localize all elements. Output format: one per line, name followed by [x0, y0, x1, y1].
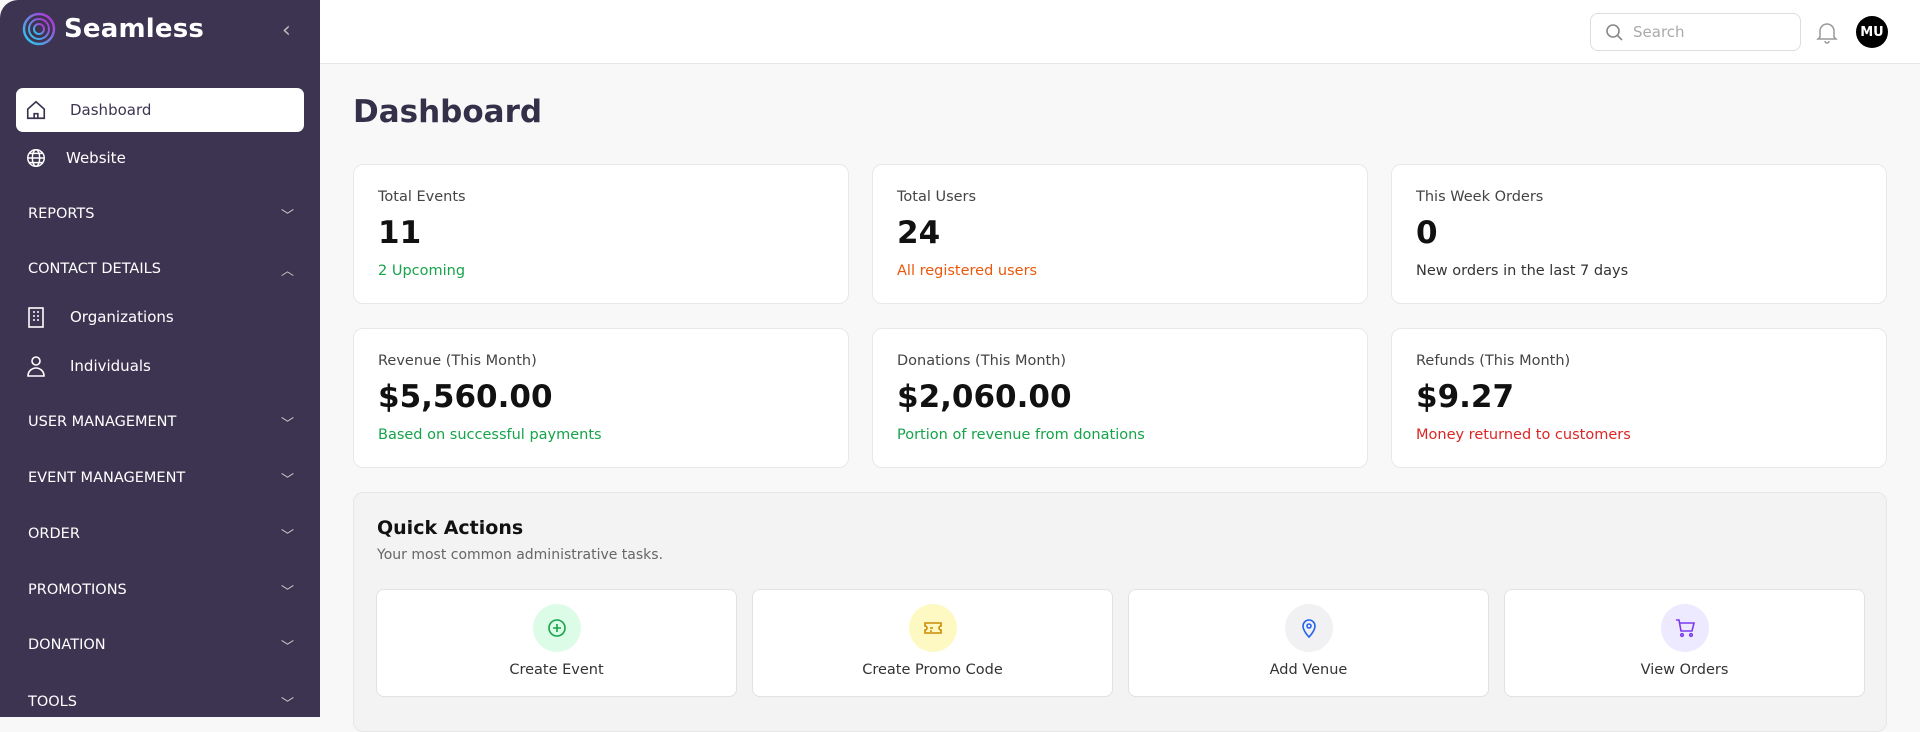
- search-icon: [1606, 24, 1623, 41]
- stat-label: Refunds (This Month): [1416, 353, 1571, 369]
- stat-subtext: Based on successful payments: [378, 427, 602, 443]
- section-label: TOOLS: [28, 694, 77, 710]
- brand-name: Seamless: [64, 14, 205, 44]
- quick-actions-subtitle: Your most common administrative tasks.: [377, 547, 664, 563]
- stat-value: 0: [1416, 215, 1438, 251]
- stat-card: Refunds (This Month) $9.27 Money returned …: [1391, 328, 1887, 468]
- sidebar-section-user-management[interactable]: USER MANAGEMENT ﹀: [28, 407, 294, 437]
- action-label: Create Event: [509, 662, 604, 678]
- plus-circle-icon: [533, 604, 581, 652]
- stat-card: Total Events 11 2 Upcoming: [353, 164, 849, 304]
- stat-subtext: Portion of revenue from donations: [897, 427, 1145, 443]
- sidebar-section-reports[interactable]: REPORTS ﹀: [28, 199, 294, 229]
- chevron-up-icon: ︿: [280, 263, 294, 279]
- sidebar-section-order[interactable]: ORDER ﹀: [28, 519, 294, 549]
- stat-card: Donations (This Month) $2,060.00 Portion o…: [872, 328, 1368, 468]
- sidebar-item-label: Dashboard: [70, 101, 152, 119]
- section-label: ORDER: [28, 526, 80, 542]
- stat-value: $5,560.00: [378, 379, 553, 415]
- section-label: REPORTS: [28, 206, 95, 222]
- chevron-down-icon: ﹀: [280, 208, 294, 224]
- stat-value: 11: [378, 215, 422, 251]
- sidebar-section-event-management[interactable]: EVENT MANAGEMENT ﹀: [28, 463, 294, 493]
- stat-subtext: Money returned to customers: [1416, 427, 1631, 443]
- shopping-cart-icon: [1661, 604, 1709, 652]
- building-icon: [24, 305, 48, 329]
- page-title: Dashboard: [353, 94, 543, 130]
- sidebar-item-website[interactable]: Website: [16, 136, 304, 180]
- stat-card: This Week Orders 0 New orders in the last …: [1391, 164, 1887, 304]
- globe-icon: [24, 146, 48, 170]
- action-label: View Orders: [1640, 662, 1729, 678]
- view-orders-button[interactable]: View Orders: [1504, 589, 1865, 697]
- stat-value: 24: [897, 215, 941, 251]
- notifications-button[interactable]: [1816, 20, 1838, 48]
- stat-label: Total Events: [378, 189, 466, 205]
- logo[interactable]: Seamless: [22, 12, 204, 46]
- user-avatar[interactable]: MU: [1856, 16, 1888, 48]
- sidebar-section-tools[interactable]: TOOLS ﹀: [28, 687, 294, 717]
- stat-subtext: All registered users: [897, 263, 1038, 279]
- quick-actions-title: Quick Actions: [377, 517, 524, 539]
- chevron-left-icon: ‹: [282, 18, 291, 43]
- action-label: Add Venue: [1269, 662, 1348, 678]
- bell-icon: [1816, 23, 1838, 44]
- section-label: PROMOTIONS: [28, 582, 127, 598]
- home-icon: [24, 98, 48, 122]
- chevron-down-icon: ﹀: [280, 416, 294, 432]
- ticket-icon: [909, 604, 957, 652]
- create-event-button[interactable]: Create Event: [376, 589, 737, 697]
- sidebar-item-label: Individuals: [70, 357, 151, 375]
- search-placeholder: Search: [1633, 23, 1685, 41]
- add-venue-button[interactable]: Add Venue: [1128, 589, 1489, 697]
- stat-label: Total Users: [897, 189, 977, 205]
- chevron-down-icon: ﹀: [280, 639, 294, 655]
- collapse-sidebar-button[interactable]: ‹: [282, 18, 291, 43]
- sidebar-item-individuals[interactable]: Individuals: [16, 344, 304, 388]
- chevron-down-icon: ﹀: [280, 528, 294, 544]
- map-pin-icon: [1285, 604, 1333, 652]
- search-input[interactable]: Search: [1590, 13, 1801, 51]
- stat-label: This Week Orders: [1416, 189, 1544, 205]
- create-promo-code-button[interactable]: Create Promo Code: [752, 589, 1113, 697]
- stat-value: $2,060.00: [897, 379, 1072, 415]
- chevron-down-icon: ﹀: [280, 472, 294, 488]
- sidebar-section-promotions[interactable]: PROMOTIONS ﹀: [28, 575, 294, 605]
- stat-subtext: 2 Upcoming: [378, 263, 466, 279]
- action-label: Create Promo Code: [862, 662, 1003, 678]
- sidebar-item-label: Website: [66, 149, 126, 167]
- stat-label: Revenue (This Month): [378, 353, 537, 369]
- sidebar-item-label: Organizations: [70, 308, 174, 326]
- stat-card: Revenue (This Month) $5,560.00 Based on su…: [353, 328, 849, 468]
- section-label: DONATION: [28, 637, 106, 653]
- stat-subtext: New orders in the last 7 days: [1416, 263, 1629, 279]
- sidebar-section-contact-details[interactable]: CONTACT DETAILS ︿: [28, 254, 294, 284]
- seamless-logo-icon: [22, 12, 56, 46]
- section-label: EVENT MANAGEMENT: [28, 470, 186, 486]
- sidebar-item-dashboard[interactable]: Dashboard: [16, 88, 304, 132]
- stat-label: Donations (This Month): [897, 353, 1067, 369]
- stat-card: Total Users 24 All registered users: [872, 164, 1368, 304]
- quick-actions-panel: Quick Actions Your most common administr…: [353, 492, 1887, 732]
- sidebar: Seamless ‹ Dashboard Website REPORTS ﹀ CO…: [0, 0, 320, 717]
- section-label: CONTACT DETAILS: [28, 261, 161, 277]
- chevron-down-icon: ﹀: [280, 584, 294, 600]
- sidebar-section-donation[interactable]: DONATION ﹀: [28, 630, 294, 660]
- chevron-down-icon: ﹀: [280, 696, 294, 712]
- section-label: USER MANAGEMENT: [28, 414, 177, 430]
- stat-value: $9.27: [1416, 379, 1515, 415]
- sidebar-item-organizations[interactable]: Organizations: [16, 295, 304, 339]
- user-icon: [24, 354, 48, 378]
